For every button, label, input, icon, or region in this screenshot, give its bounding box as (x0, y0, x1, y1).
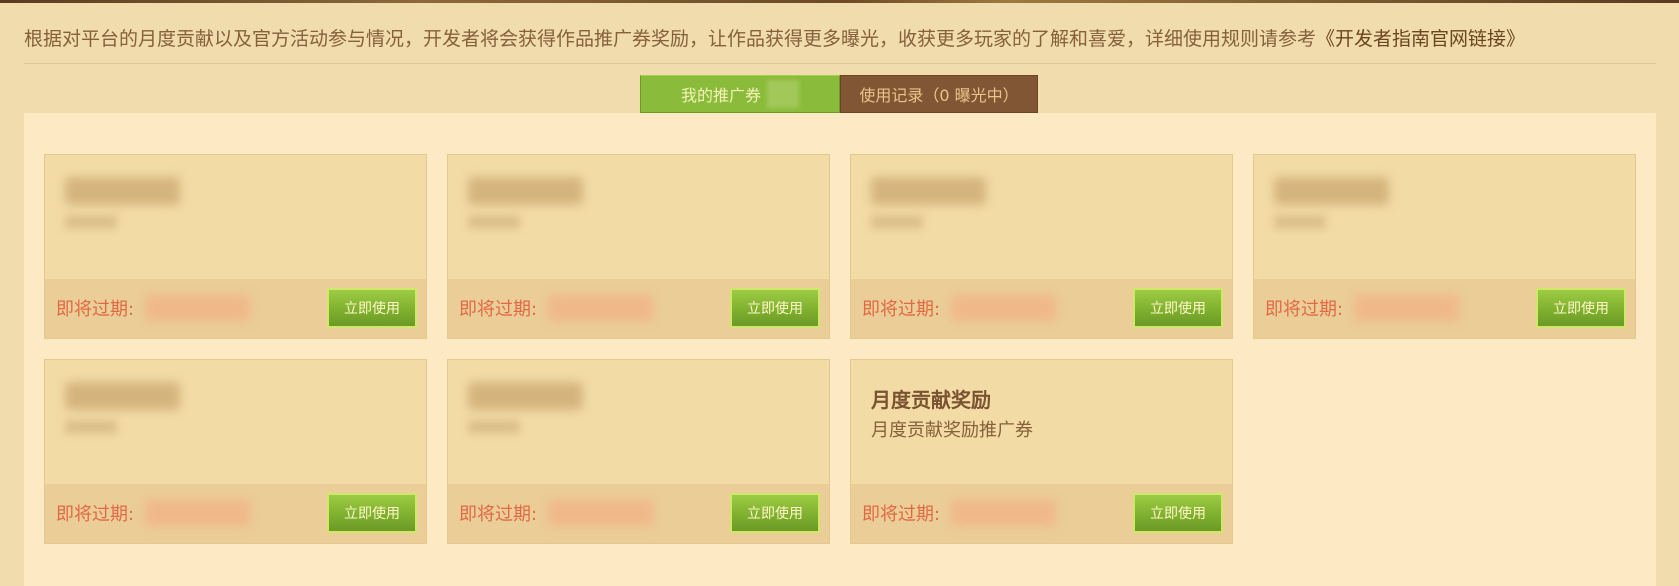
coupon-card-monthly-reward: 月度贡献奖励 月度贡献奖励推广券 即将过期: 立即使用 (850, 359, 1233, 544)
expire-date-redacted (1354, 295, 1459, 321)
expire-label: 即将过期: (459, 299, 538, 320)
top-decoration-strip (0, 0, 1679, 3)
expire-label: 即将过期: (459, 504, 538, 525)
expire-date-redacted (145, 295, 250, 321)
coupon-desc-redacted (468, 215, 520, 229)
use-now-button[interactable]: 立即使用 (730, 493, 820, 533)
coupon-desc-redacted (871, 215, 923, 229)
coupon-card-footer: 即将过期: 立即使用 (1254, 279, 1635, 338)
tab-usage-records[interactable]: 使用记录（0 曝光中） (840, 75, 1038, 113)
tab-bar: 我的推广券 使用记录（0 曝光中） (640, 75, 1038, 113)
coupon-card-body (448, 360, 829, 484)
coupon-card-footer: 即将过期: 立即使用 (851, 484, 1232, 543)
coupon-title-redacted (65, 382, 180, 410)
use-now-button[interactable]: 立即使用 (1536, 288, 1626, 328)
divider (24, 63, 1656, 64)
tab-usage-records-label: 使用记录（0 曝光中） (859, 86, 1019, 105)
use-now-button[interactable]: 立即使用 (327, 493, 417, 533)
expire-date-redacted (548, 500, 653, 526)
expire-label: 即将过期: (56, 299, 135, 320)
coupon-desc: 月度贡献奖励推广券 (871, 420, 1033, 441)
coupon-title-redacted (468, 177, 583, 205)
coupon-count-badge (767, 80, 799, 108)
coupon-card-footer: 即将过期: 立即使用 (851, 279, 1232, 338)
coupon-desc-redacted (65, 215, 117, 229)
expire-date-redacted (548, 295, 653, 321)
developer-guide-link[interactable]: 《开发者指南官网链接》 (1316, 28, 1525, 50)
tab-my-coupons-label: 我的推广券 (680, 86, 761, 105)
expire-date-redacted (951, 295, 1056, 321)
coupon-card-body (45, 155, 426, 279)
coupon-panel: 即将过期: 立即使用 即将过期: 立即使用 即将过期: 立即使用 即将过期: 立… (24, 113, 1656, 586)
coupon-desc-redacted (65, 420, 117, 434)
coupon-title-redacted (1274, 177, 1389, 205)
expire-label: 即将过期: (1265, 299, 1344, 320)
coupon-card-body (448, 155, 829, 279)
intro-description: 根据对平台的月度贡献以及官方活动参与情况，开发者将会获得作品推广券奖励，让作品获… (24, 28, 1317, 50)
coupon-title-redacted (468, 382, 583, 410)
coupon-card-body (1254, 155, 1635, 279)
coupon-card-footer: 即将过期: 立即使用 (448, 279, 829, 338)
coupon-title-redacted (871, 177, 986, 205)
coupon-card: 即将过期: 立即使用 (850, 154, 1233, 339)
coupon-card-body (851, 155, 1232, 279)
coupon-card-footer: 即将过期: 立即使用 (45, 484, 426, 543)
coupon-card: 即将过期: 立即使用 (1253, 154, 1636, 339)
intro-text: 根据对平台的月度贡献以及官方活动参与情况，开发者将会获得作品推广券奖励，让作品获… (24, 24, 1654, 54)
coupon-desc-redacted (468, 420, 520, 434)
coupon-title-redacted (65, 177, 180, 205)
coupon-card-footer: 即将过期: 立即使用 (448, 484, 829, 543)
expire-date-redacted (145, 500, 250, 526)
expire-label: 即将过期: (862, 299, 941, 320)
expire-label: 即将过期: (862, 504, 941, 525)
coupon-card: 即将过期: 立即使用 (44, 154, 427, 339)
coupon-card: 即将过期: 立即使用 (447, 359, 830, 544)
coupon-card-footer: 即将过期: 立即使用 (45, 279, 426, 338)
coupon-card: 即将过期: 立即使用 (44, 359, 427, 544)
expire-label: 即将过期: (56, 504, 135, 525)
coupon-card: 即将过期: 立即使用 (447, 154, 830, 339)
use-now-button[interactable]: 立即使用 (1133, 493, 1223, 533)
coupon-title: 月度贡献奖励 (871, 388, 991, 412)
use-now-button[interactable]: 立即使用 (1133, 288, 1223, 328)
expire-date-redacted (951, 500, 1056, 526)
coupon-desc-redacted (1274, 215, 1326, 229)
coupon-card-body (45, 360, 426, 484)
coupon-card-body: 月度贡献奖励 月度贡献奖励推广券 (851, 360, 1232, 484)
use-now-button[interactable]: 立即使用 (730, 288, 820, 328)
tab-my-coupons[interactable]: 我的推广券 (640, 75, 840, 113)
use-now-button[interactable]: 立即使用 (327, 288, 417, 328)
